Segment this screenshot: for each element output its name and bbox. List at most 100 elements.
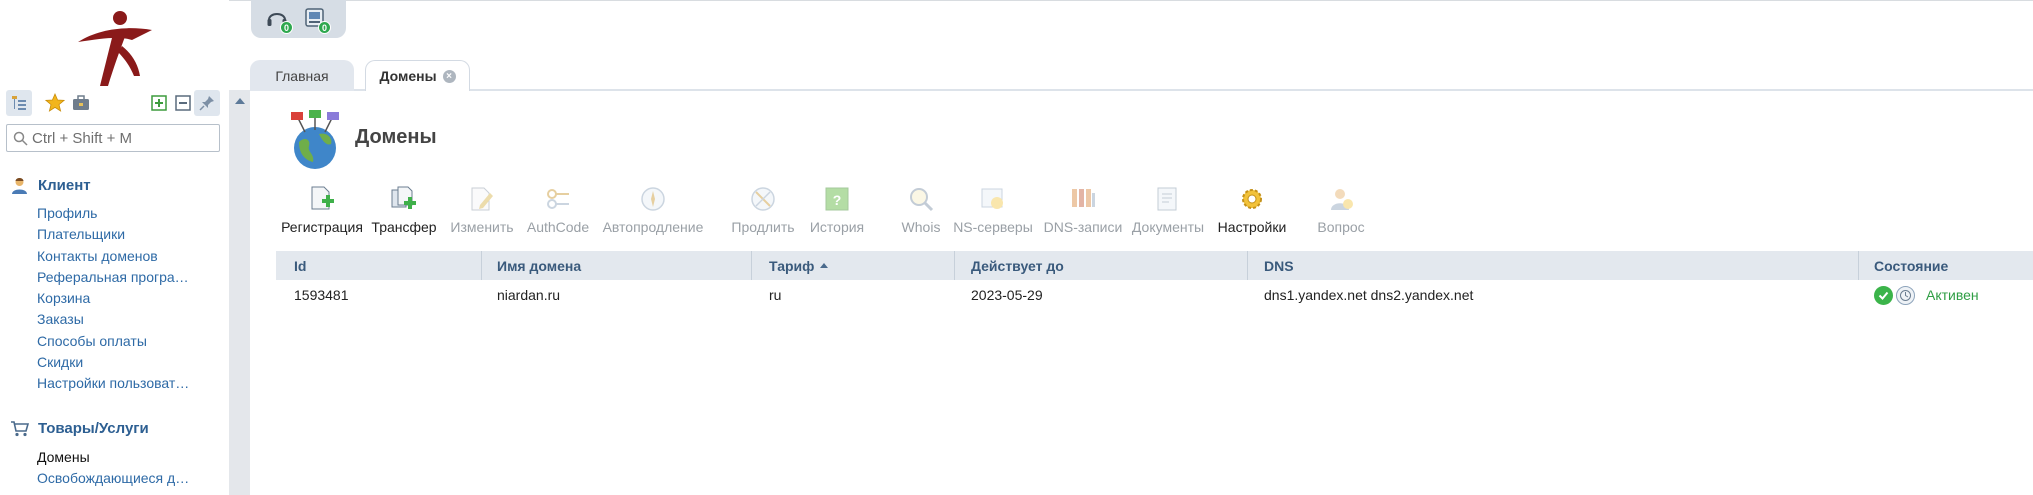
sidebar-toolbar (6, 90, 220, 116)
sidebar: Клиент Профиль Плательщики Контакты доме… (0, 0, 229, 495)
sidebar-item-domains[interactable]: Домены (37, 449, 197, 465)
renew-icon (748, 184, 778, 214)
question-icon (1326, 184, 1356, 214)
cell-expires: 2023-05-29 (971, 287, 1043, 303)
toolbar-label: DNS-записи (1043, 219, 1123, 235)
column-header-expires[interactable]: Действует до (971, 251, 1064, 280)
pin-icon[interactable] (194, 90, 220, 116)
status-badge: Активен (1926, 287, 1979, 303)
autorenew-icon (638, 184, 668, 214)
notification-badge: 0 (280, 21, 293, 34)
cell-id: 1593481 (294, 287, 349, 303)
logo[interactable] (70, 6, 156, 90)
column-header-label: Тариф (769, 257, 815, 274)
domains-table: Id Имя домена Тариф Действует до DNS Сос… (276, 251, 2033, 310)
autorenew-button[interactable]: Автопродление (601, 184, 705, 240)
app-root: Клиент Профиль Плательщики Контакты доме… (0, 0, 2033, 495)
sidebar-item-payment-methods[interactable]: Способы оплаты (37, 333, 197, 349)
sidebar-item-referral[interactable]: Реферальная програ… (37, 269, 197, 285)
tab-domains[interactable]: Домены × (365, 60, 470, 91)
cell-dns: dns1.yandex.net dns2.yandex.net (1264, 287, 1474, 303)
toolbar-label: Настройки (1217, 219, 1287, 235)
dns-records-icon (1068, 184, 1098, 214)
search-icon (13, 131, 28, 146)
toolbar-label: NS-серверы (953, 219, 1033, 235)
register-button[interactable]: Регистрация (281, 184, 363, 240)
ns-servers-button[interactable]: NS-серверы (953, 184, 1033, 240)
sidebar-section-title: Клиент (38, 176, 91, 194)
notification-badge: 0 (318, 21, 331, 34)
favorites-star-icon[interactable] (42, 90, 68, 116)
tab-label: Домены (379, 68, 437, 84)
domains-globe-icon (291, 110, 339, 169)
whois-icon (906, 184, 936, 214)
column-separator[interactable] (1247, 251, 1248, 280)
transfer-button[interactable]: Трансфер (371, 184, 437, 240)
tab-home[interactable]: Главная (250, 60, 354, 91)
column-separator[interactable] (751, 251, 752, 280)
toolbar-label: Вопрос (1317, 219, 1365, 235)
column-header-id[interactable]: Id (294, 251, 306, 280)
cell-domain: niardan.ru (497, 287, 561, 303)
settings-gear-icon (1237, 184, 1267, 214)
edit-button[interactable]: Изменить (449, 184, 515, 240)
sidebar-item-cart[interactable]: Корзина (37, 290, 197, 306)
sidebar-item-payers[interactable]: Плательщики (37, 226, 197, 242)
column-header-tariff[interactable]: Тариф (769, 251, 829, 280)
collapse-all-icon[interactable] (170, 90, 196, 116)
sidebar-item-expiring-domains[interactable]: Освобождающиеся д… (37, 470, 197, 486)
sidebar-search[interactable] (6, 124, 220, 152)
toolbar-label: Whois (901, 219, 941, 235)
sidebar-item-domain-contacts[interactable]: Контакты доменов (37, 248, 197, 264)
svg-text:?: ? (833, 192, 842, 208)
ns-servers-icon (978, 184, 1008, 214)
column-header-state[interactable]: Состояние (1874, 251, 1948, 280)
settings-button[interactable]: Настройки (1216, 184, 1288, 240)
cart-icon (11, 420, 29, 436)
toolbar-label: Регистрация (281, 219, 363, 235)
sidebar-section-title: Товары/Услуги (38, 419, 149, 437)
question-button[interactable]: Вопрос (1311, 184, 1371, 240)
authcode-button[interactable]: AuthCode (525, 184, 591, 240)
clock-icon (1896, 285, 1915, 305)
tab-label: Главная (275, 67, 329, 84)
transfer-icon (389, 184, 419, 214)
key-icon (543, 184, 573, 214)
column-separator[interactable] (1858, 251, 1859, 280)
edit-icon (467, 184, 497, 214)
dns-records-button[interactable]: DNS-записи (1043, 184, 1123, 240)
toolbar-label: AuthCode (526, 219, 590, 235)
renew-button[interactable]: Продлить (728, 184, 798, 240)
column-header-domain[interactable]: Имя домена (497, 251, 581, 280)
tree-view-icon[interactable] (6, 90, 32, 116)
sort-ascending-icon (820, 263, 829, 268)
column-separator[interactable] (481, 251, 482, 280)
close-icon[interactable]: × (442, 69, 456, 83)
tab-baseline (250, 89, 2033, 91)
cell-tariff: ru (769, 287, 782, 303)
column-header-dns[interactable]: DNS (1264, 251, 1294, 280)
expand-all-icon[interactable] (146, 90, 172, 116)
column-separator[interactable] (954, 251, 955, 280)
check-circle-icon (1874, 285, 1893, 305)
table-row[interactable]: 1593481 niardan.ru ru 2023-05-29 dns1.ya… (276, 280, 2033, 310)
monitor-icon[interactable]: 0 (303, 6, 331, 34)
toolbar-label: Изменить (450, 219, 514, 235)
sidebar-item-orders[interactable]: Заказы (37, 311, 197, 327)
sidebar-section-products[interactable]: Товары/Услуги (10, 416, 220, 440)
whois-button[interactable]: Whois (886, 184, 956, 240)
search-input[interactable] (32, 129, 212, 147)
notification-area: 0 0 (251, 0, 346, 38)
sidebar-item-profile[interactable]: Профиль (37, 205, 197, 221)
briefcase-icon[interactable] (68, 90, 94, 116)
history-button[interactable]: ? История (802, 184, 872, 240)
toolbar-label: Автопродление (602, 219, 704, 235)
sidebar-section-client[interactable]: Клиент (10, 173, 220, 197)
sidebar-item-user-settings[interactable]: Настройки пользоват… (37, 375, 197, 391)
sidebar-splitter[interactable] (229, 90, 250, 495)
collapse-arrow-icon[interactable] (235, 98, 245, 104)
documents-button[interactable]: Документы (1132, 184, 1204, 240)
documents-icon (1153, 184, 1183, 214)
sidebar-item-discounts[interactable]: Скидки (37, 354, 197, 370)
headset-icon[interactable]: 0 (265, 6, 293, 34)
